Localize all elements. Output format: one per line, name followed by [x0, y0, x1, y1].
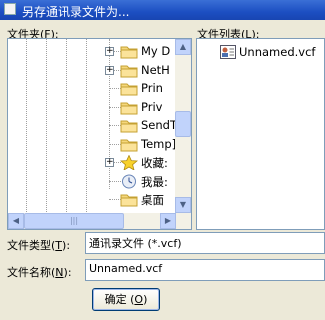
folder-icon: [120, 139, 138, 151]
tree-scroll-thumb[interactable]: [175, 111, 191, 137]
recent-docs-icon: [122, 174, 136, 188]
file-name-value: Unnamed.vcf: [89, 262, 163, 275]
folder-icon: [120, 46, 138, 59]
tree-item[interactable]: + My D: [8, 42, 176, 60]
scroll-left-button[interactable]: ◀: [8, 213, 24, 229]
scroll-down-button[interactable]: ▼: [175, 197, 191, 213]
vcard-file-icon: [220, 45, 236, 59]
file-list[interactable]: Unnamed.vcf: [196, 38, 325, 230]
tree-hscroll-thumb[interactable]: |||: [24, 213, 124, 229]
expand-icon[interactable]: +: [105, 65, 114, 75]
file-name-label: 文件名称(N):: [7, 266, 72, 279]
folder-icon: [120, 83, 138, 96]
tree-item[interactable]: + NetH: [8, 61, 176, 79]
file-type-select[interactable]: 通讯录文件 (*.vcf): [85, 232, 325, 254]
tree-item-label: Prin: [141, 81, 163, 95]
folder-icon: [120, 120, 138, 133]
folder-icon: [120, 194, 138, 207]
folder-icon: [120, 65, 138, 77]
folder-icon: [120, 102, 138, 114]
file-name: Unnamed.vcf: [239, 45, 316, 59]
tree-item-label: My D: [141, 44, 171, 58]
scroll-up-button[interactable]: ▲: [175, 39, 191, 55]
window-title: 另存通讯录文件为...: [22, 5, 130, 19]
tree-item[interactable]: Prin: [8, 79, 176, 97]
tree-horizontal-scrollbar[interactable]: ◀ ||| ▶: [8, 213, 176, 229]
file-name-input[interactable]: Unnamed.vcf: [85, 259, 325, 281]
star-icon: [120, 155, 138, 170]
tree-item-label: NetH: [141, 62, 170, 77]
window-icon: [4, 3, 16, 15]
tree-item-label: Priv: [141, 99, 163, 114]
ok-button[interactable]: 确定 (O): [92, 288, 160, 311]
scroll-right-button[interactable]: ▶: [160, 213, 176, 229]
tree-item-label: 桌面: [141, 193, 164, 207]
tree-item[interactable]: 我最:: [8, 172, 176, 190]
tree-item[interactable]: 桌面: [8, 190, 176, 208]
file-type-label: 文件类型(T):: [7, 239, 71, 252]
expand-icon[interactable]: +: [105, 47, 114, 56]
tree-item-label: SendT: [141, 118, 177, 132]
title-bar[interactable]: 另存通讯录文件为...: [0, 0, 325, 20]
expand-icon[interactable]: +: [105, 158, 114, 167]
tree-item[interactable]: Temp]: [8, 135, 176, 153]
tree-item-label: 收藏:: [141, 156, 168, 170]
tree-item-label: 我最:: [141, 174, 168, 189]
tree-vertical-scrollbar[interactable]: ▲ ▼: [175, 39, 191, 229]
tree-item[interactable]: SendT: [8, 116, 177, 134]
tree-item[interactable]: Priv: [8, 98, 176, 116]
file-type-value: 通讯录文件 (*.vcf): [89, 237, 182, 250]
tree-item[interactable]: + 收藏:: [8, 153, 176, 171]
folder-tree[interactable]: +My D+NetHPrinPrivSendTTemp]+收藏:我最:桌面TOO…: [7, 38, 192, 230]
tree-item-label: Temp]: [141, 136, 177, 151]
